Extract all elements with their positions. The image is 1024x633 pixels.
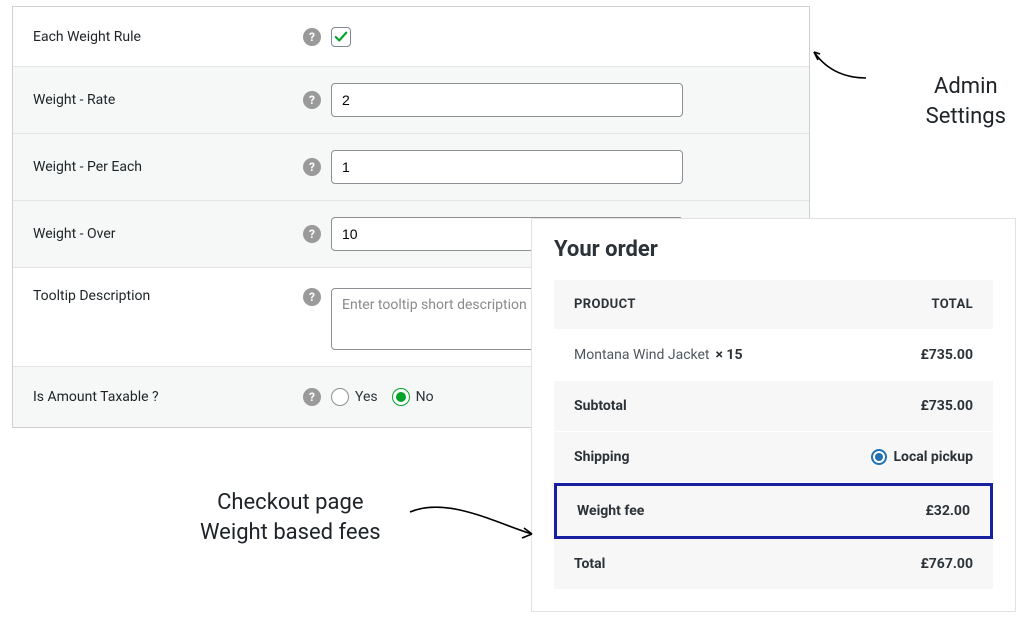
order-table: PRODUCT TOTAL Montana Wind Jacket × 15 £… bbox=[554, 280, 993, 589]
row-each-weight-rule: Each Weight Rule ? bbox=[13, 7, 809, 67]
row-weight-rate: Weight - Rate ? bbox=[13, 67, 809, 134]
help-icon[interactable]: ? bbox=[303, 288, 321, 306]
annotation-arrow-icon bbox=[408, 494, 538, 554]
check-icon bbox=[334, 30, 348, 44]
help-icon[interactable]: ? bbox=[303, 91, 321, 109]
subtotal-label: Subtotal bbox=[574, 398, 627, 414]
product-qty: × 15 bbox=[716, 347, 743, 363]
weight-per-each-input[interactable] bbox=[331, 150, 683, 184]
taxable-radio-group: Yes No bbox=[331, 388, 434, 406]
help-icon[interactable]: ? bbox=[303, 388, 321, 406]
subtotal-value: £735.00 bbox=[920, 398, 973, 414]
annotation-arrow-icon bbox=[808, 44, 868, 84]
help-icon[interactable]: ? bbox=[303, 225, 321, 243]
order-shipping-row: Shipping Local pickup bbox=[554, 432, 993, 483]
weight-fee-label: Weight fee bbox=[577, 503, 644, 519]
order-product-row: Montana Wind Jacket × 15 £735.00 bbox=[554, 330, 993, 381]
order-header-total: TOTAL bbox=[931, 297, 973, 312]
help-icon[interactable]: ? bbox=[303, 28, 321, 46]
order-header-row: PRODUCT TOTAL bbox=[554, 280, 993, 330]
annotation-admin-settings: Admin Settings bbox=[926, 72, 1006, 131]
help-icon[interactable]: ? bbox=[303, 158, 321, 176]
taxable-no-label: No bbox=[416, 389, 434, 405]
total-label: Total bbox=[574, 556, 605, 572]
product-name: Montana Wind Jacket bbox=[574, 347, 710, 363]
label-each-weight-rule: Each Weight Rule bbox=[33, 29, 303, 45]
your-order-panel: Your order PRODUCT TOTAL Montana Wind Ja… bbox=[531, 218, 1016, 612]
shipping-label: Shipping bbox=[574, 449, 629, 465]
each-weight-rule-checkbox[interactable] bbox=[331, 27, 351, 47]
order-total-row: Total £767.00 bbox=[554, 539, 993, 589]
taxable-yes-radio[interactable]: Yes bbox=[331, 388, 378, 406]
order-title: Your order bbox=[554, 237, 993, 262]
product-total: £735.00 bbox=[920, 347, 973, 363]
order-header-product: PRODUCT bbox=[574, 297, 636, 312]
taxable-no-radio[interactable]: No bbox=[392, 388, 434, 406]
total-value: £767.00 bbox=[920, 556, 973, 572]
label-tooltip: Tooltip Description bbox=[33, 288, 303, 304]
label-weight-per-each: Weight - Per Each bbox=[33, 159, 303, 175]
row-weight-per-each: Weight - Per Each ? bbox=[13, 134, 809, 201]
shipping-local-pickup-radio[interactable] bbox=[871, 449, 887, 465]
order-subtotal-row: Subtotal £735.00 bbox=[554, 381, 993, 432]
taxable-yes-label: Yes bbox=[355, 389, 378, 405]
shipping-option-label: Local pickup bbox=[893, 449, 973, 465]
weight-fee-value: £32.00 bbox=[925, 503, 970, 519]
annotation-checkout: Checkout page Weight based fees bbox=[200, 488, 381, 547]
label-weight-over: Weight - Over bbox=[33, 226, 303, 242]
order-weight-fee-row: Weight fee £32.00 bbox=[554, 483, 993, 539]
weight-rate-input[interactable] bbox=[331, 83, 683, 117]
label-is-taxable: Is Amount Taxable ? bbox=[33, 389, 303, 405]
label-weight-rate: Weight - Rate bbox=[33, 92, 303, 108]
